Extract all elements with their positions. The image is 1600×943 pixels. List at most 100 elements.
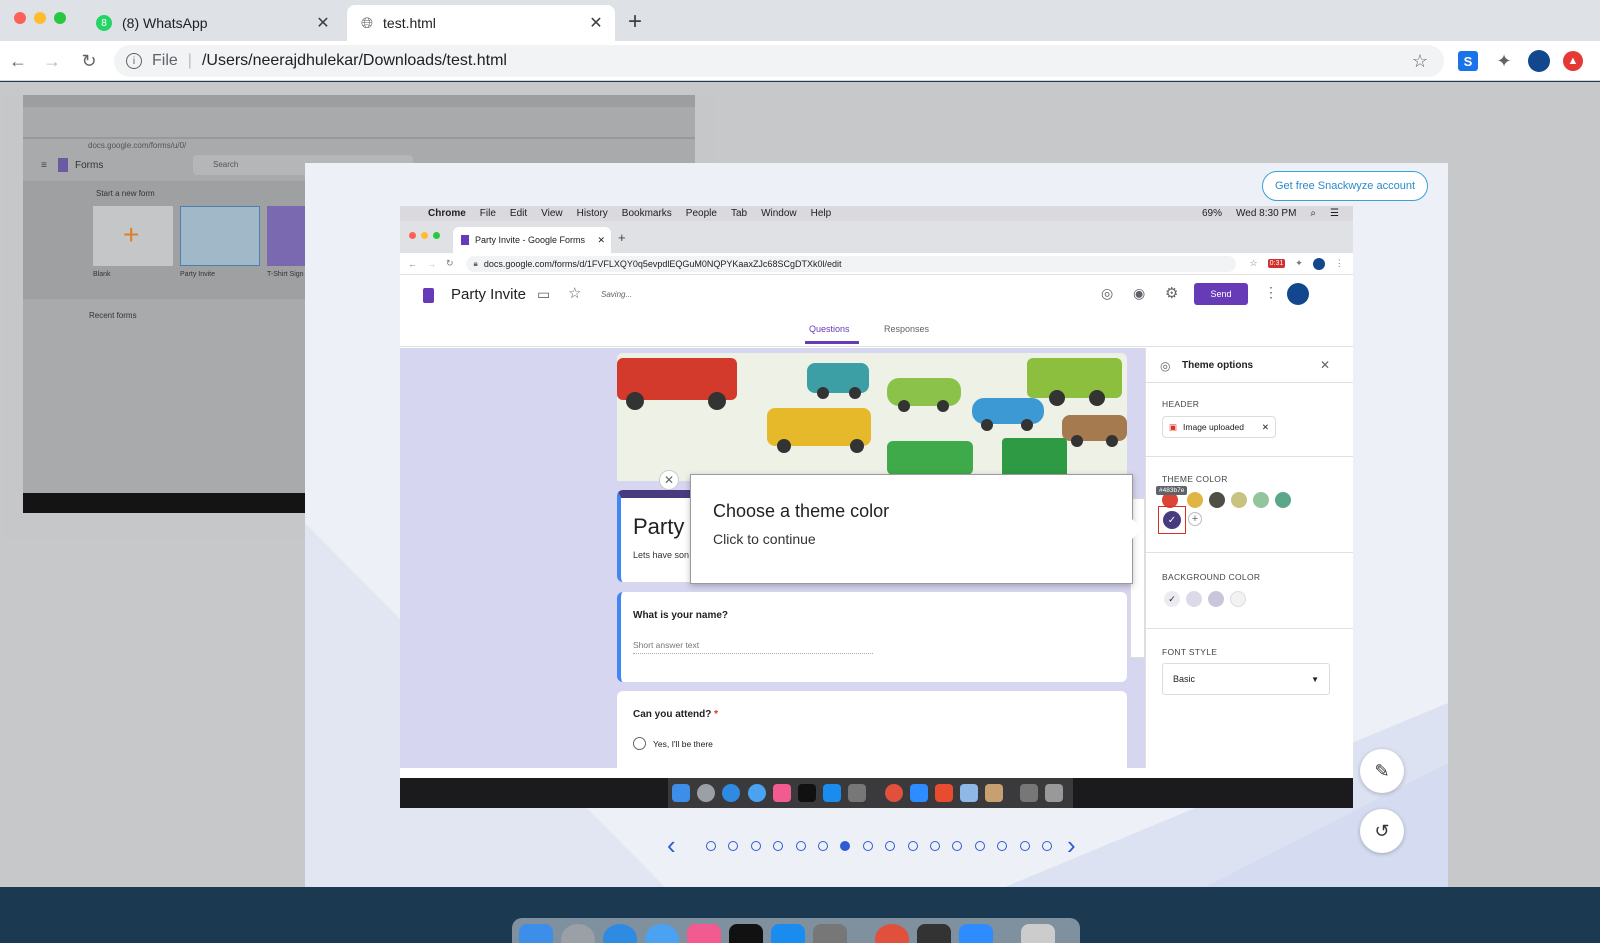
pagination-dot[interactable]	[930, 841, 940, 851]
pagination-dot[interactable]	[706, 841, 716, 851]
zoom-icon[interactable]	[959, 924, 993, 943]
settings-gear-icon[interactable]: ⚙	[1165, 284, 1178, 302]
close-window-icon[interactable]	[14, 12, 26, 24]
music-icon[interactable]	[687, 924, 721, 943]
back-arrow-icon[interactable]: ←	[408, 259, 417, 269]
trash-icon[interactable]	[1021, 924, 1055, 943]
theme-color-swatch[interactable]	[1209, 492, 1225, 508]
star-icon[interactable]: ☆	[568, 284, 581, 302]
avatar[interactable]	[1312, 257, 1325, 270]
inner-url-field[interactable]: 🔒︎ docs.google.com/forms/d/1FVFLXQY0q5ev…	[465, 255, 1236, 272]
add-color-button[interactable]: +	[1188, 512, 1202, 526]
pagination-dot[interactable]	[862, 841, 873, 851]
tab-questions[interactable]: Questions	[809, 324, 850, 334]
info-icon[interactable]: i	[126, 53, 142, 69]
forward-arrow-icon[interactable]: →	[40, 49, 64, 73]
guide-popup[interactable]: Choose a theme color Click to continue	[690, 474, 1142, 584]
music-icon	[773, 784, 791, 802]
close-tooltip-icon[interactable]: ✕	[659, 470, 679, 490]
maximize-window-icon[interactable]	[54, 12, 66, 24]
background-swatch[interactable]	[1230, 591, 1246, 607]
preview-eye-icon[interactable]: ◉	[1133, 285, 1145, 302]
header-image-chip[interactable]: ▣ Image uploaded ✕	[1162, 416, 1276, 438]
minimize-window-icon[interactable]	[34, 12, 46, 24]
get-account-button[interactable]: Get free Snackwyze account	[1261, 171, 1428, 201]
edit-note-button[interactable]: ✎	[1360, 749, 1404, 793]
more-icon[interactable]: ⋮	[1264, 284, 1278, 301]
replay-icon[interactable]: ↺	[1360, 809, 1404, 853]
menu-item: Help	[810, 208, 832, 219]
close-icon[interactable]: ✕	[1320, 358, 1330, 372]
chip-label: Image uploaded	[1183, 422, 1244, 432]
extensions-puzzle-icon[interactable]: ✦	[1295, 258, 1303, 269]
reload-icon[interactable]: ↻	[77, 49, 101, 73]
pagination-dot[interactable]	[1019, 841, 1030, 851]
pagination-dot[interactable]	[795, 841, 806, 851]
activity-monitor-icon[interactable]	[917, 924, 951, 943]
more-icon[interactable]: ⋮	[1335, 258, 1344, 269]
pagination-dot[interactable]	[907, 841, 918, 851]
theme-color-swatch[interactable]	[1275, 492, 1291, 508]
forms-logo-icon	[423, 288, 434, 303]
bg-template-label: Party Invite	[180, 271, 216, 278]
forward-arrow-icon[interactable]: →	[427, 259, 436, 269]
close-icon[interactable]: ✕	[314, 13, 332, 33]
tab-test-html[interactable]: 🌐︎ test.html ✕	[347, 5, 615, 41]
theme-color-swatch[interactable]	[1231, 492, 1247, 508]
back-arrow-icon[interactable]: ←	[6, 49, 30, 73]
finder-icon[interactable]	[519, 924, 553, 943]
pagination-dot[interactable]	[974, 841, 985, 851]
bookmark-star-icon[interactable]: ☆	[1250, 258, 1258, 269]
update-arrow-icon[interactable]: ▲	[1563, 51, 1583, 71]
whatsapp-icon: 8	[96, 15, 112, 31]
app-store-icon[interactable]	[771, 924, 805, 943]
theme-color-swatch[interactable]	[1187, 492, 1203, 508]
reload-icon[interactable]: ↻	[446, 258, 454, 269]
tab-whatsapp[interactable]: 8 (8) WhatsApp ✕	[80, 5, 342, 41]
question-card[interactable]: Can you attend? * Yes, I'll be there	[617, 691, 1127, 781]
radio-button[interactable]	[633, 737, 646, 750]
extension-timer-badge[interactable]: 0:31	[1267, 259, 1286, 268]
inner-tab-forms[interactable]: Party Invite - Google Forms ✕	[453, 227, 611, 253]
snackwyze-extension-icon[interactable]: S	[1458, 51, 1478, 71]
bookmark-star-icon[interactable]: ☆	[1412, 51, 1428, 72]
inner-dock	[400, 778, 1353, 808]
form-title[interactable]: Party Invite	[451, 286, 526, 303]
pagination-dot[interactable]	[818, 841, 828, 851]
new-tab-button[interactable]: +	[618, 230, 626, 245]
question-card[interactable]: What is your name? Short answer text	[617, 592, 1127, 682]
mac-menu-bar: Chrome File Edit View History Bookmarks …	[400, 206, 1353, 221]
background-color-label: BACKGROUND COLOR	[1162, 572, 1261, 582]
tab-responses[interactable]: Responses	[884, 324, 929, 334]
app-store-icon	[823, 784, 841, 802]
tv-icon[interactable]	[729, 924, 763, 943]
system-preferences-icon[interactable]	[813, 924, 847, 943]
close-icon[interactable]: ✕	[587, 13, 605, 33]
short-answer-field[interactable]: Short answer text	[633, 640, 873, 654]
avatar[interactable]	[1287, 283, 1309, 305]
pagination-dot[interactable]	[750, 841, 761, 851]
background-swatch[interactable]	[1208, 591, 1224, 607]
menu-item: Bookmarks	[621, 208, 672, 219]
close-icon[interactable]: ✕	[1262, 422, 1269, 433]
font-style-select[interactable]: Basic ▼	[1162, 663, 1330, 695]
selected-theme-swatch[interactable]: ✓	[1163, 511, 1181, 529]
close-icon[interactable]: ✕	[597, 235, 605, 246]
next-arrow-icon[interactable]: ›	[1067, 830, 1076, 861]
new-tab-button[interactable]: +	[628, 8, 642, 36]
chrome-icon	[885, 784, 903, 802]
previous-arrow-icon[interactable]: ‹	[667, 830, 676, 861]
theme-color-swatch[interactable]	[1253, 492, 1269, 508]
extensions-puzzle-icon[interactable]: ✦	[1492, 49, 1516, 73]
send-button[interactable]: Send	[1194, 283, 1248, 305]
background-swatch-selected[interactable]: ✓	[1164, 591, 1180, 607]
background-swatch[interactable]	[1186, 591, 1202, 607]
pagination-dot[interactable]	[1042, 841, 1052, 851]
zoom-icon	[910, 784, 928, 802]
folder-icon[interactable]: ▭	[537, 286, 550, 303]
avatar[interactable]	[1528, 50, 1550, 72]
address-bar[interactable]: i File | /Users/neerajdhulekar/Downloads…	[114, 45, 1444, 77]
palette-icon[interactable]: ◎	[1101, 285, 1113, 302]
menu-item: Window	[761, 208, 797, 219]
bg-start-new: Start a new form	[96, 189, 155, 198]
